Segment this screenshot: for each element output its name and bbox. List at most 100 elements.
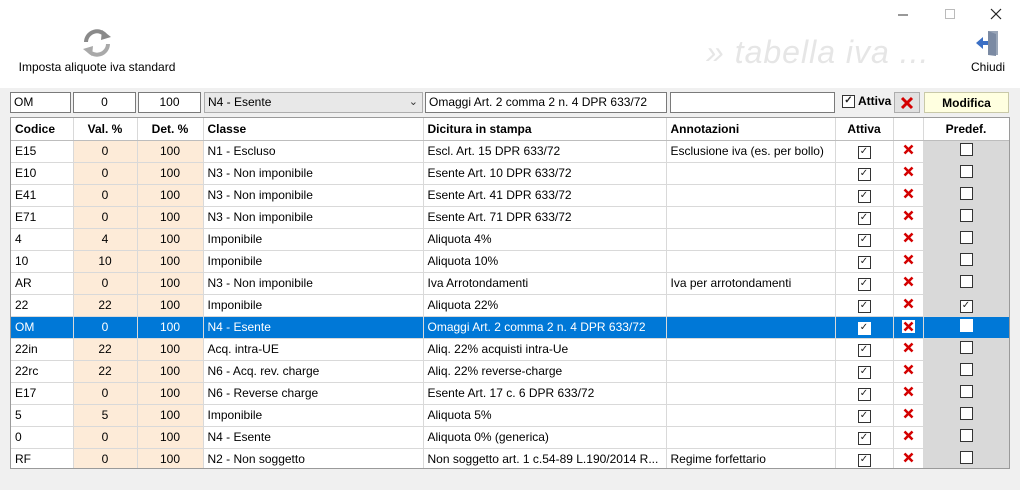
attiva-row-checkbox[interactable]: ✓ (857, 409, 871, 423)
col-dicitura[interactable]: Dicitura in stampa (423, 118, 667, 141)
cell-delete (893, 162, 924, 185)
attiva-row-checkbox[interactable]: ✓ (857, 321, 871, 335)
table-row[interactable]: RF 0 100 N2 - Non soggetto Non soggetto art.… (11, 448, 1009, 468)
predef-row-checkbox[interactable] (959, 385, 973, 398)
delete-x-icon[interactable] (903, 321, 914, 332)
table-row[interactable]: 4 4 100 Imponibile Aliquota 4% ✓ (11, 228, 1009, 251)
attiva-row-checkbox[interactable]: ✓ (857, 387, 871, 401)
delete-x-icon[interactable] (903, 254, 914, 265)
delete-x-icon[interactable] (903, 452, 914, 463)
attiva-row-checkbox[interactable]: ✓ (857, 431, 871, 445)
dicitura-input[interactable]: Omaggi Art. 2 comma 2 n. 4 DPR 633/72 (425, 92, 667, 113)
cell-codice: 10 (11, 250, 74, 273)
attiva-row-checkbox[interactable]: ✓ (857, 233, 871, 247)
attiva-checkbox[interactable]: ✓ Attiva (842, 94, 891, 108)
col-det[interactable]: Det. % (137, 118, 204, 141)
cell-val: 10 (73, 250, 138, 273)
minimize-button[interactable] (880, 0, 926, 28)
cell-classe: N4 - Esente (203, 426, 424, 449)
table-row[interactable]: 5 5 100 Imponibile Aliquota 5% ✓ (11, 404, 1009, 427)
det-input[interactable]: 100 (138, 92, 201, 113)
val-input[interactable]: 0 (73, 92, 136, 113)
predef-row-checkbox[interactable] (959, 451, 973, 464)
cell-dicitura: Aliquota 5% (423, 404, 667, 427)
close-window-button[interactable] (973, 0, 1019, 28)
col-attiva[interactable]: Attiva (835, 118, 894, 141)
col-classe[interactable]: Classe (203, 118, 424, 141)
maximize-button[interactable] (927, 0, 973, 28)
codice-input[interactable]: OM (10, 92, 71, 113)
table-row[interactable]: E71 0 100 N3 - Non imponibile Esente Art. 71… (11, 206, 1009, 229)
col-annotazioni[interactable]: Annotazioni (666, 118, 836, 141)
delete-x-icon[interactable] (903, 276, 914, 287)
table-row[interactable]: E10 0 100 N3 - Non imponibile Esente Art. 10… (11, 162, 1009, 185)
predef-row-checkbox[interactable] (959, 319, 973, 332)
attiva-row-checkbox[interactable]: ✓ (857, 299, 871, 313)
cell-attiva: ✓ (835, 404, 894, 427)
cell-attiva: ✓ (835, 448, 894, 468)
delete-x-icon[interactable] (903, 342, 914, 353)
table-row[interactable]: 10 10 100 Imponibile Aliquota 10% ✓ (11, 250, 1009, 273)
predef-row-checkbox[interactable] (959, 253, 973, 266)
delete-button[interactable] (894, 92, 920, 113)
vat-table: Codice Val. % Det. % Classe Dicitura in … (10, 117, 1010, 469)
cell-det: 100 (137, 316, 204, 339)
attiva-row-checkbox[interactable]: ✓ (857, 343, 871, 357)
table-row[interactable]: E41 0 100 N3 - Non imponibile Esente Art. 41… (11, 184, 1009, 207)
toolbar: » tabella iva ... Imposta aliquote iva s… (0, 28, 1020, 88)
delete-x-icon[interactable] (903, 166, 914, 177)
predef-row-checkbox[interactable]: ✓ (959, 299, 973, 313)
predef-row-checkbox[interactable] (959, 363, 973, 376)
attiva-row-checkbox[interactable]: ✓ (857, 365, 871, 379)
set-standard-vat-button[interactable]: Imposta aliquote iva standard (8, 28, 186, 88)
delete-x-icon[interactable] (903, 188, 914, 199)
annotazioni-input[interactable] (670, 92, 835, 113)
delete-x-icon[interactable] (903, 386, 914, 397)
modifica-button[interactable]: Modifica (924, 92, 1009, 113)
attiva-row-checkbox[interactable]: ✓ (857, 211, 871, 225)
attiva-row-checkbox[interactable]: ✓ (857, 167, 871, 181)
predef-row-checkbox[interactable] (959, 231, 973, 244)
cell-predef (923, 250, 1009, 273)
cell-predef (923, 316, 1009, 339)
table-row[interactable]: 22 22 100 Imponibile Aliquota 22% ✓ ✓ (11, 294, 1009, 317)
predef-row-checkbox[interactable] (959, 341, 973, 354)
cell-delete (893, 360, 924, 383)
delete-x-icon[interactable] (903, 408, 914, 419)
table-row[interactable]: AR 0 100 N3 - Non imponibile Iva Arrotondame… (11, 272, 1009, 295)
predef-row-checkbox[interactable] (959, 165, 973, 178)
table-row[interactable]: E15 0 100 N1 - Escluso Escl. Art. 15 DPR 633… (11, 140, 1009, 163)
table-row[interactable]: 22rc 22 100 N6 - Acq. rev. charge Aliq. 22% … (11, 360, 1009, 383)
attiva-row-checkbox[interactable]: ✓ (857, 189, 871, 203)
attiva-row-checkbox[interactable]: ✓ (857, 277, 871, 291)
predef-row-checkbox[interactable] (959, 275, 973, 288)
table-row[interactable]: OM 0 100 N4 - Esente Omaggi Art. 2 comma 2 n… (11, 316, 1009, 339)
predef-row-checkbox[interactable] (959, 143, 973, 156)
table-row[interactable]: E17 0 100 N6 - Reverse charge Esente Art. 17… (11, 382, 1009, 405)
maximize-icon (944, 8, 955, 19)
cell-delete (893, 228, 924, 251)
predef-row-checkbox[interactable] (959, 429, 973, 442)
delete-x-icon[interactable] (903, 210, 914, 221)
delete-x-icon[interactable] (903, 298, 914, 309)
cell-predef (923, 206, 1009, 229)
predef-row-checkbox[interactable] (959, 209, 973, 222)
col-codice[interactable]: Codice (11, 118, 74, 141)
attiva-row-checkbox[interactable]: ✓ (857, 453, 871, 467)
predef-row-checkbox[interactable] (959, 407, 973, 420)
predef-row-checkbox[interactable] (959, 187, 973, 200)
table-row[interactable]: 0 0 100 N4 - Esente Aliquota 0% (generica) ✓ (11, 426, 1009, 449)
cell-attiva: ✓ (835, 316, 894, 339)
col-predef[interactable]: Predef. (923, 118, 1009, 141)
chiudi-button[interactable]: Chiudi (960, 28, 1016, 88)
delete-x-icon[interactable] (903, 364, 914, 375)
table-row[interactable]: 22in 22 100 Acq. intra-UE Aliq. 22% acquisti… (11, 338, 1009, 361)
attiva-row-checkbox[interactable]: ✓ (857, 255, 871, 269)
col-val[interactable]: Val. % (73, 118, 138, 141)
attiva-row-checkbox[interactable]: ✓ (857, 145, 871, 159)
classe-select[interactable]: N4 - Esente ⌄ (204, 92, 423, 113)
cell-det: 100 (137, 206, 204, 229)
delete-x-icon[interactable] (903, 430, 914, 441)
delete-x-icon[interactable] (903, 144, 914, 155)
delete-x-icon[interactable] (903, 232, 914, 243)
